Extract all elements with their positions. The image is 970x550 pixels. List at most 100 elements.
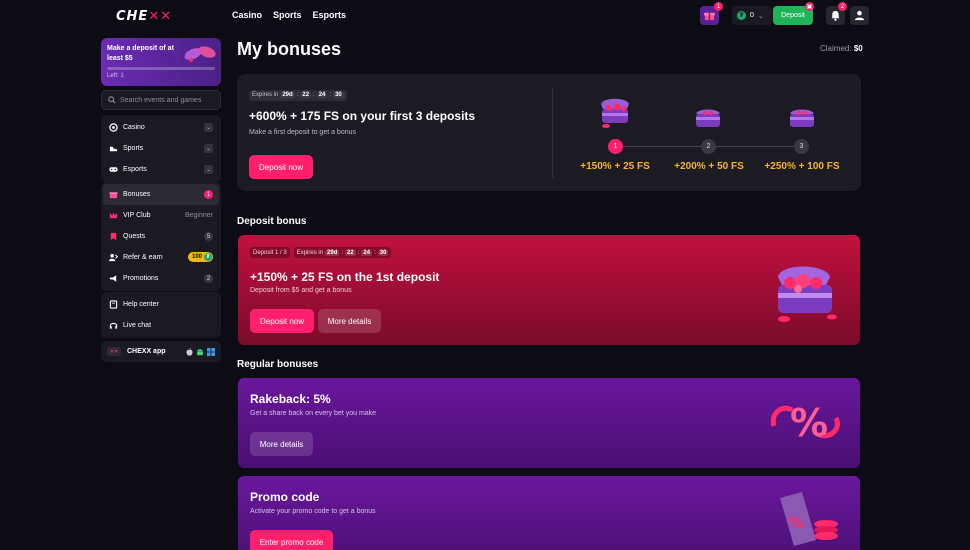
sidebar-item-esports[interactable]: Esports ⌄ bbox=[103, 159, 219, 180]
step-3: 3 bbox=[794, 139, 809, 154]
expires-label: Expires in bbox=[252, 92, 279, 98]
sidebar-item-refer-earn[interactable]: Refer & earn 100 ₮ bbox=[103, 247, 219, 268]
account-menu: Bonuses 1 VIP Club Beginner Quests 5 Ref… bbox=[101, 182, 221, 291]
sidebar-item-label: VIP Club bbox=[123, 212, 151, 219]
search-icon bbox=[108, 96, 116, 104]
android-icon[interactable] bbox=[196, 348, 204, 356]
nav-esports[interactable]: Esports bbox=[313, 10, 347, 20]
search-input[interactable]: Search events and games bbox=[101, 90, 221, 110]
welcome-subtitle: Make a first deposit to get a bonus bbox=[249, 129, 357, 136]
megaphone-icon bbox=[109, 274, 118, 283]
gift-mini-icon: ▣ bbox=[805, 2, 814, 11]
os-icons bbox=[186, 347, 215, 356]
apple-icon[interactable] bbox=[186, 347, 193, 356]
sidebar-item-quests[interactable]: Quests 5 bbox=[103, 226, 219, 247]
sidebar-item-vip-club[interactable]: VIP Club Beginner bbox=[103, 205, 219, 226]
promo-code-title: Promo code bbox=[250, 490, 320, 504]
timer-days: 29d bbox=[280, 92, 295, 98]
windows-icon[interactable] bbox=[207, 347, 215, 356]
gamepad-icon bbox=[109, 165, 118, 174]
book-icon bbox=[109, 300, 118, 309]
games-menu: Casino ⌄ Sports ⌄ Esports ⌄ bbox=[101, 115, 221, 182]
sidebar-item-label: Refer & earn bbox=[123, 254, 163, 261]
promo-progress-bar bbox=[107, 67, 215, 70]
expires-chip: Expires in 29d:22:24:30 bbox=[249, 87, 347, 101]
chevron-down-icon[interactable]: ⌄ bbox=[204, 123, 213, 132]
nav-sports[interactable]: Sports bbox=[273, 10, 302, 20]
timer-minutes: 24 bbox=[316, 92, 328, 98]
chevron-down-icon[interactable]: ⌄ bbox=[204, 144, 213, 153]
step-3-reward: +250% + 100 FS bbox=[764, 161, 840, 172]
sidebar-item-sports[interactable]: Sports ⌄ bbox=[103, 138, 219, 159]
step-1-reward: +150% + 25 FS bbox=[580, 161, 650, 172]
welcome-title: +600% + 175 FS on your first 3 deposits bbox=[249, 109, 476, 123]
gift-icon bbox=[109, 190, 118, 199]
sidebar-item-label: Live chat bbox=[123, 322, 152, 329]
timer-hours: 22 bbox=[300, 92, 312, 98]
treasure-chest-icon bbox=[790, 109, 814, 127]
coin-icon: ₮ bbox=[737, 11, 746, 20]
refer-reward-value: 100 bbox=[191, 254, 202, 260]
welcome-deposit-now-button[interactable]: Deposit now bbox=[249, 155, 313, 179]
rakeback-more-details-button[interactable]: More details bbox=[250, 432, 313, 456]
deposit-chips: Deposit 1 / 3 Expires in 29d:22:24:30 bbox=[250, 247, 392, 258]
sidebar-item-label: Help center bbox=[123, 301, 159, 308]
deposit-button[interactable]: Deposit ▣ bbox=[773, 2, 814, 25]
gift-button[interactable]: 1 bbox=[700, 2, 723, 25]
sidebar-item-label: Sports bbox=[123, 145, 144, 152]
slippers-icon bbox=[184, 46, 216, 62]
sidebar-item-live-chat[interactable]: Live chat bbox=[103, 315, 219, 336]
promo-code-card: Promo code Activate your promo code to g… bbox=[238, 476, 860, 550]
sidebar-item-promotions[interactable]: Promotions 2 bbox=[103, 268, 219, 289]
sidebar-item-label: Promotions bbox=[123, 275, 159, 282]
sidebar-item-label: Esports bbox=[123, 166, 147, 173]
claimed-value: $0 bbox=[853, 44, 863, 53]
sidebar-item-bonuses[interactable]: Bonuses 1 bbox=[103, 184, 219, 205]
regular-bonuses-heading: Regular bonuses bbox=[237, 359, 319, 370]
deposit-now-button[interactable]: Deposit now bbox=[250, 309, 314, 333]
deposit-bonus-heading: Deposit bonus bbox=[237, 216, 307, 227]
expires-chip: Expires in 29d:22:24:30 bbox=[293, 247, 392, 258]
treasure-chest-open-icon bbox=[778, 266, 837, 322]
quests-count: 5 bbox=[204, 232, 213, 241]
search-placeholder: Search events and games bbox=[120, 96, 202, 104]
deposit-bonus-card: Deposit 1 / 3 Expires in 29d:22:24:30 +1… bbox=[238, 235, 860, 345]
bell-icon bbox=[831, 10, 840, 21]
svg-text:%: % bbox=[788, 513, 804, 532]
balance-value: 0 bbox=[750, 12, 754, 19]
profile-button[interactable] bbox=[850, 6, 869, 25]
rakeback-title: Rakeback: 5% bbox=[250, 392, 331, 406]
promo-text: Make a deposit of at least $5 bbox=[107, 45, 174, 62]
treasure-chest-open-icon bbox=[601, 98, 629, 128]
expires-label: Expires in bbox=[296, 249, 324, 256]
crown-icon bbox=[109, 211, 118, 220]
deposit-card-subtitle: Deposit from $5 and get a bonus bbox=[250, 287, 352, 294]
promo-left: Left: 1 bbox=[107, 73, 124, 79]
nav-casino[interactable]: Casino bbox=[232, 10, 262, 20]
logo[interactable]: CHE✕✕ bbox=[116, 9, 172, 24]
timer-seconds: 30 bbox=[377, 249, 389, 256]
notifications-badge: 2 bbox=[838, 2, 847, 11]
deposit-promo-card[interactable]: Make a deposit of at least $5 Left: 1 bbox=[101, 38, 221, 86]
notifications-button[interactable]: 2 bbox=[826, 2, 847, 25]
sidebar-item-casino[interactable]: Casino ⌄ bbox=[103, 117, 219, 138]
app-download-card[interactable]: ✕✕ CHEXX app bbox=[101, 341, 221, 362]
welcome-package-card: Expires in 29d:22:24:30 +600% + 175 FS o… bbox=[237, 74, 861, 191]
chevron-down-icon: ⌄ bbox=[757, 12, 764, 20]
deposit-more-details-button[interactable]: More details bbox=[318, 309, 381, 333]
balance-selector[interactable]: ₮ 0 ⌄ bbox=[732, 6, 772, 25]
claimed-total: Claimed: $0 bbox=[820, 44, 863, 53]
chevron-down-icon[interactable]: ⌄ bbox=[204, 165, 213, 174]
coupon-coins-icon: % bbox=[780, 492, 838, 546]
refer-icon bbox=[109, 253, 118, 262]
treasure-chest-icon bbox=[696, 109, 720, 127]
enter-promo-code-button[interactable]: Enter promo code bbox=[250, 530, 333, 550]
sidebar-item-help-center[interactable]: Help center bbox=[103, 294, 219, 315]
step-1: 1 bbox=[608, 139, 623, 154]
app-label: CHEXX app bbox=[127, 348, 166, 355]
svg-text:%: % bbox=[790, 401, 828, 445]
deposit-card-title: +150% + 25 FS on the 1st deposit bbox=[250, 270, 440, 284]
user-icon bbox=[854, 10, 865, 21]
top-header: CHE✕✕ Casino Sports Esports 1 ₮ 0 ⌄ Depo… bbox=[0, 0, 970, 32]
promotions-count: 2 bbox=[204, 274, 213, 283]
